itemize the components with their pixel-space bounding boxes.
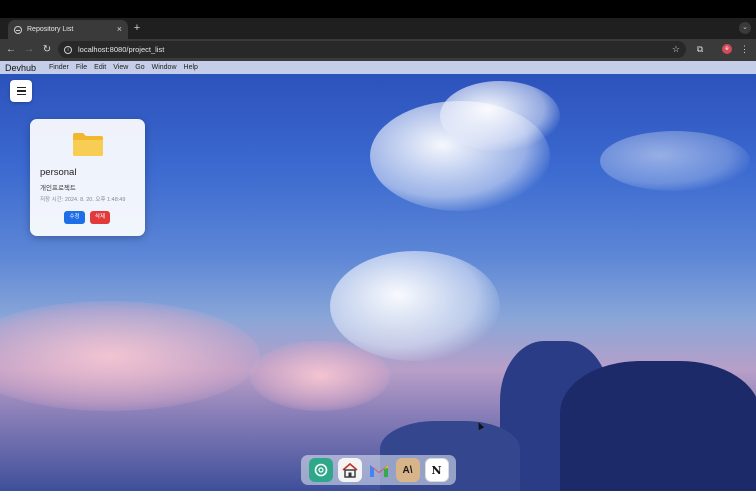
- project-title: personal: [40, 167, 77, 178]
- tab-search-icon[interactable]: ⌄: [739, 22, 751, 34]
- project-description: 개인프로젝트: [40, 185, 76, 192]
- home-icon[interactable]: [337, 458, 362, 482]
- menu-item-edit[interactable]: Edit: [94, 64, 106, 71]
- globe-icon: [14, 25, 22, 34]
- tree-shape: [560, 361, 756, 491]
- edit-button[interactable]: 수정: [64, 211, 85, 224]
- notion-icon[interactable]: N: [424, 458, 449, 482]
- menu-line: [16, 93, 26, 96]
- more-menu-icon[interactable]: ⋮: [740, 43, 749, 55]
- url-text: localhost:8080/project_list: [78, 45, 165, 54]
- menu-item-view[interactable]: View: [113, 64, 128, 71]
- delete-button[interactable]: 삭제: [90, 211, 110, 224]
- menu-item-window[interactable]: Window: [152, 64, 177, 71]
- cloud-shape: [330, 251, 500, 361]
- bookmark-star-icon[interactable]: ☆: [672, 44, 680, 55]
- folder-icon: [73, 133, 103, 156]
- menu-item-finder[interactable]: Finder: [49, 64, 69, 71]
- dock: A\ N: [301, 455, 456, 485]
- forward-icon[interactable]: →: [22, 43, 36, 57]
- browser-tab[interactable]: Repository List ×: [8, 20, 128, 39]
- menu-item-go[interactable]: Go: [135, 64, 144, 71]
- menu-item-help[interactable]: Help: [184, 64, 198, 71]
- chatgpt-icon[interactable]: [308, 458, 333, 482]
- site-info-icon[interactable]: i: [64, 45, 72, 54]
- cloud-shape: [440, 81, 560, 151]
- close-icon[interactable]: ×: [117, 25, 122, 34]
- gmail-icon[interactable]: [367, 458, 391, 482]
- menu-item-file[interactable]: File: [76, 64, 87, 71]
- app-name[interactable]: Devhub: [5, 63, 36, 73]
- back-icon[interactable]: ←: [4, 43, 18, 57]
- project-card[interactable]: personal 개인프로젝트 저장 시간: 2024. 8. 20. 오후 1…: [30, 119, 145, 236]
- reload-icon[interactable]: ↻: [40, 43, 54, 57]
- cloud-shape: [250, 341, 390, 411]
- desktop-page: Devhub Finder File Edit View Go Window H…: [0, 61, 756, 491]
- address-bar[interactable]: i localhost:8080/project_list ☆: [58, 41, 686, 58]
- extensions-icon[interactable]: ⧉: [694, 43, 706, 55]
- cloud-shape: [600, 131, 750, 191]
- menu-line: [16, 86, 26, 89]
- hamburger-menu-button[interactable]: [10, 80, 32, 102]
- tab-title: Repository List: [27, 26, 74, 33]
- screen-top-bar: [0, 0, 756, 18]
- project-saved-time: 저장 시간: 2024. 8. 20. 오후 1:48:49: [40, 197, 126, 203]
- menu-bar: Devhub Finder File Edit View Go Window H…: [0, 61, 756, 74]
- new-tab-button[interactable]: +: [131, 21, 143, 35]
- menu-line: [16, 90, 26, 92]
- profile-avatar[interactable]: e: [722, 44, 732, 54]
- anthropic-icon[interactable]: A\: [395, 458, 420, 482]
- cloud-shape: [0, 301, 260, 411]
